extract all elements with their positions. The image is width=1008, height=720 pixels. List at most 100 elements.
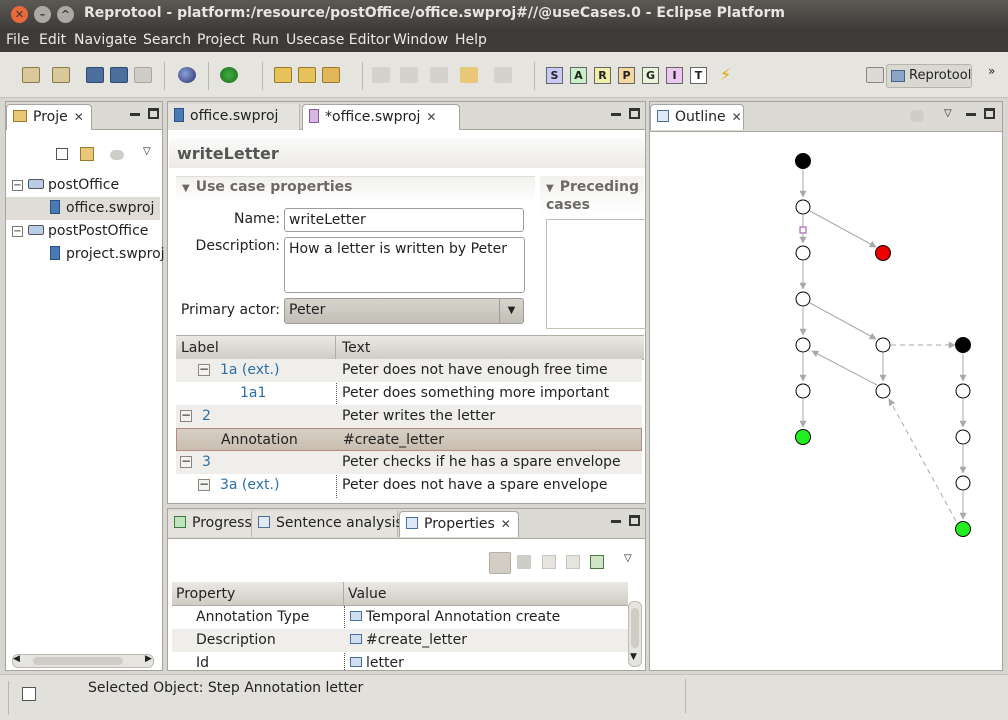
step-node[interactable] [795, 291, 811, 307]
perspective-reprotool-button[interactable]: Reprotool [886, 64, 972, 88]
primary-actor-select[interactable]: Peter ▼ [284, 298, 524, 324]
tab-progress[interactable]: Progress [168, 511, 252, 537]
close-icon[interactable]: ✕ [74, 110, 84, 124]
maximize-icon[interactable] [984, 108, 995, 119]
filter-advanced-icon[interactable] [517, 555, 531, 569]
menu-help[interactable]: Help [455, 32, 487, 48]
menu-search[interactable]: Search [143, 32, 191, 48]
step-node[interactable] [795, 383, 811, 399]
usecase-flow-graph[interactable] [650, 132, 1002, 670]
minimize-icon[interactable] [611, 520, 621, 523]
table-row[interactable]: −2 Peter writes the letter [176, 405, 642, 428]
back-icon[interactable] [460, 67, 478, 83]
tab-outline[interactable]: Outline ✕ [650, 104, 744, 130]
property-row[interactable]: Description #create_letter [172, 629, 628, 652]
forward-icon[interactable] [494, 67, 512, 83]
close-icon[interactable]: ✕ [501, 517, 511, 531]
step-node[interactable] [795, 245, 811, 261]
save-icon[interactable] [86, 67, 104, 83]
open-folder-icon[interactable] [298, 67, 316, 83]
minimize-icon[interactable] [130, 113, 140, 116]
menu-file[interactable]: File [6, 32, 29, 48]
success-node[interactable] [795, 429, 811, 445]
close-icon[interactable]: ✕ [732, 110, 742, 124]
next-annotation-icon[interactable] [372, 67, 390, 83]
menu-project[interactable]: Project [197, 32, 245, 48]
new-file-icon[interactable] [52, 67, 70, 83]
open-type-icon[interactable] [274, 67, 292, 83]
scrollbar-thumb[interactable] [631, 608, 639, 648]
scroll-right-icon[interactable]: ▶ [145, 654, 152, 664]
minimize-window-button[interactable]: – [34, 6, 51, 23]
preceding-cases-title[interactable]: ▼ Preceding cases [546, 179, 646, 214]
scrollbar-thumb[interactable] [33, 657, 123, 665]
view-menu-icon[interactable]: ▽ [944, 108, 952, 119]
table-row[interactable]: 1a1 Peter does something more important [176, 382, 642, 405]
collapse-toggle-icon[interactable]: − [180, 455, 192, 468]
collapse-toggle-icon[interactable]: − [198, 363, 210, 376]
start-node[interactable] [955, 337, 971, 353]
prev-annotation-icon[interactable] [400, 67, 418, 83]
open-perspective-icon[interactable] [866, 67, 884, 83]
run-icon[interactable] [220, 67, 238, 83]
globe-icon[interactable] [178, 67, 196, 83]
column-header-label[interactable]: Label [176, 336, 336, 360]
maximize-icon[interactable] [629, 515, 640, 526]
view-menu-icon[interactable]: ▽ [624, 553, 632, 564]
table-row-selected[interactable]: Annotation #create_letter [176, 428, 642, 451]
show-tree-icon[interactable] [566, 555, 580, 569]
column-header-value[interactable]: Value [344, 582, 628, 606]
collapse-toggle-icon[interactable]: − [198, 478, 210, 491]
tag-r-icon[interactable]: R [594, 67, 611, 84]
fast-view-icon[interactable] [22, 687, 36, 701]
tag-t-icon[interactable]: T [690, 67, 707, 84]
step-node[interactable] [795, 199, 811, 215]
save-all-icon[interactable] [110, 67, 128, 83]
view-menu-extra-icon[interactable] [110, 150, 124, 160]
vertical-scrollbar[interactable]: ▼ [628, 601, 642, 667]
last-edit-icon[interactable] [430, 67, 448, 83]
abort-node[interactable] [875, 245, 891, 261]
step-node[interactable] [955, 429, 971, 445]
start-node[interactable] [795, 153, 811, 169]
success-node[interactable] [955, 521, 971, 537]
restore-default-icon[interactable] [542, 555, 556, 569]
preceding-cases-list[interactable] [546, 219, 646, 329]
minimize-icon[interactable] [611, 113, 621, 116]
description-input[interactable]: How a letter is written by Peter [284, 237, 525, 293]
minimize-icon[interactable] [966, 113, 976, 116]
name-input[interactable]: writeLetter [284, 208, 524, 232]
column-header-property[interactable]: Property [172, 582, 344, 606]
maximize-icon[interactable] [148, 108, 159, 119]
scroll-down-icon[interactable]: ▼ [630, 652, 637, 662]
tree-item-office-swproj[interactable]: office.swproj [6, 197, 160, 220]
tag-s-icon[interactable]: S [546, 67, 563, 84]
menu-run[interactable]: Run [252, 32, 279, 48]
view-menu-icon[interactable]: ▽ [143, 146, 151, 157]
tab-project-explorer[interactable]: Proje ✕ [6, 104, 92, 130]
chevron-down-icon[interactable]: ▼ [499, 299, 523, 323]
close-window-button[interactable]: ✕ [11, 6, 28, 23]
table-row[interactable]: −3a (ext.) Peter does not have a spare e… [176, 474, 642, 497]
collapse-toggle-icon[interactable]: − [180, 409, 192, 422]
new-wizard-icon[interactable] [22, 67, 40, 83]
lightning-icon[interactable]: ⚡ [720, 67, 738, 83]
property-row[interactable]: Annotation Type Temporal Annotation crea… [172, 606, 628, 629]
tag-i-icon[interactable]: I [666, 67, 683, 84]
property-row[interactable]: Id letter [172, 652, 628, 670]
tab-office-swproj-dirty[interactable]: *office.swproj ✕ [302, 104, 460, 130]
tree-item-postpostoffice[interactable]: − postPostOffice [6, 220, 160, 243]
collapse-toggle-icon[interactable]: − [12, 226, 23, 237]
annotation-marker[interactable] [799, 226, 807, 234]
tab-office-swproj[interactable]: office.swproj [168, 104, 300, 130]
maximize-window-button[interactable]: ^ [57, 6, 74, 23]
tag-p-icon[interactable]: P [618, 67, 635, 84]
collapse-all-icon[interactable] [56, 148, 68, 160]
categories-toggle-icon[interactable] [489, 552, 511, 574]
menu-window[interactable]: Window [393, 32, 448, 48]
collapse-toggle-icon[interactable]: − [12, 180, 23, 191]
print-icon[interactable] [134, 67, 152, 83]
scroll-left-icon[interactable]: ◀ [13, 654, 20, 664]
toolbar-overflow-icon[interactable]: » [988, 64, 995, 78]
menu-navigate[interactable]: Navigate [74, 32, 137, 48]
